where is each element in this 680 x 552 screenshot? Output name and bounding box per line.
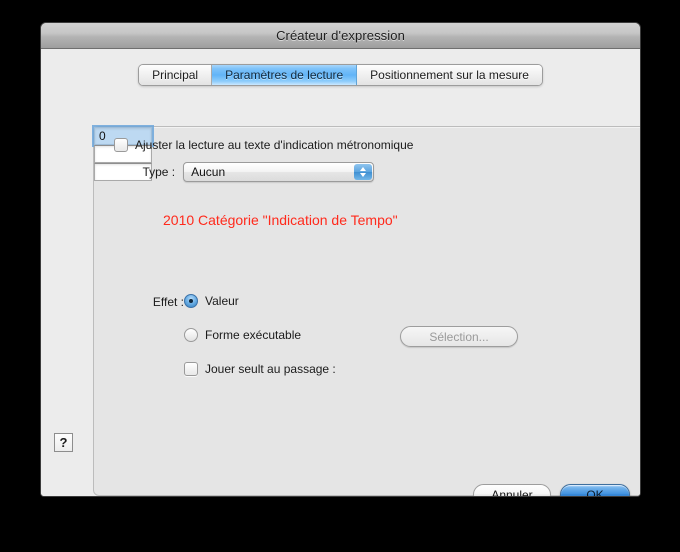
- window-titlebar[interactable]: Créateur d'expression: [41, 23, 640, 49]
- expression-designer-window: Créateur d'expression Principal Paramètr…: [40, 22, 641, 497]
- forme-executable-label: Forme exécutable: [205, 328, 301, 342]
- valeur-input-value: 0: [99, 129, 106, 143]
- chevron-updown-icon: [354, 164, 372, 180]
- adjust-playback-label: Ajuster la lecture au texte d'indication…: [135, 138, 413, 152]
- window-body: Principal Paramètres de lecture Position…: [41, 49, 640, 497]
- jouer-seult-label: Jouer seult au passage :: [205, 362, 336, 376]
- forme-executable-row[interactable]: Forme exécutable: [184, 328, 301, 342]
- valeur-row[interactable]: Valeur: [184, 294, 239, 308]
- forme-executable-radio[interactable]: [184, 328, 198, 342]
- type-popup-value: Aucun: [191, 165, 225, 179]
- category-note: 2010 Catégorie "Indication de Tempo": [163, 212, 398, 228]
- effect-label-wrap: Effet :: [114, 295, 184, 309]
- adjust-playback-row[interactable]: Ajuster la lecture au texte d'indication…: [114, 138, 413, 152]
- type-popup-button[interactable]: Aucun: [183, 162, 374, 182]
- valeur-label: Valeur: [205, 294, 239, 308]
- tab-positionnement-sur-la-mesure[interactable]: Positionnement sur la mesure: [357, 65, 542, 85]
- tab-bar: Principal Paramètres de lecture Position…: [41, 64, 640, 86]
- tab-content-panel: Ajuster la lecture au texte d'indication…: [93, 126, 641, 496]
- cancel-button[interactable]: Annuler: [473, 484, 551, 497]
- tab-parametres-de-lecture[interactable]: Paramètres de lecture: [212, 65, 357, 85]
- ok-button[interactable]: OK: [560, 484, 630, 497]
- valeur-radio[interactable]: [184, 294, 198, 308]
- selection-button[interactable]: Sélection...: [400, 326, 518, 347]
- jouer-seult-row[interactable]: Jouer seult au passage :: [184, 362, 336, 376]
- window-title: Créateur d'expression: [276, 28, 405, 43]
- jouer-seult-checkbox[interactable]: [184, 362, 198, 376]
- tab-group: Principal Paramètres de lecture Position…: [138, 64, 543, 86]
- adjust-playback-checkbox[interactable]: [114, 138, 128, 152]
- type-label: Type :: [124, 165, 175, 179]
- help-button[interactable]: ?: [54, 433, 73, 452]
- effect-label: Effet :: [153, 295, 184, 309]
- type-row: Type : Aucun: [124, 162, 374, 182]
- tab-principal[interactable]: Principal: [139, 65, 212, 85]
